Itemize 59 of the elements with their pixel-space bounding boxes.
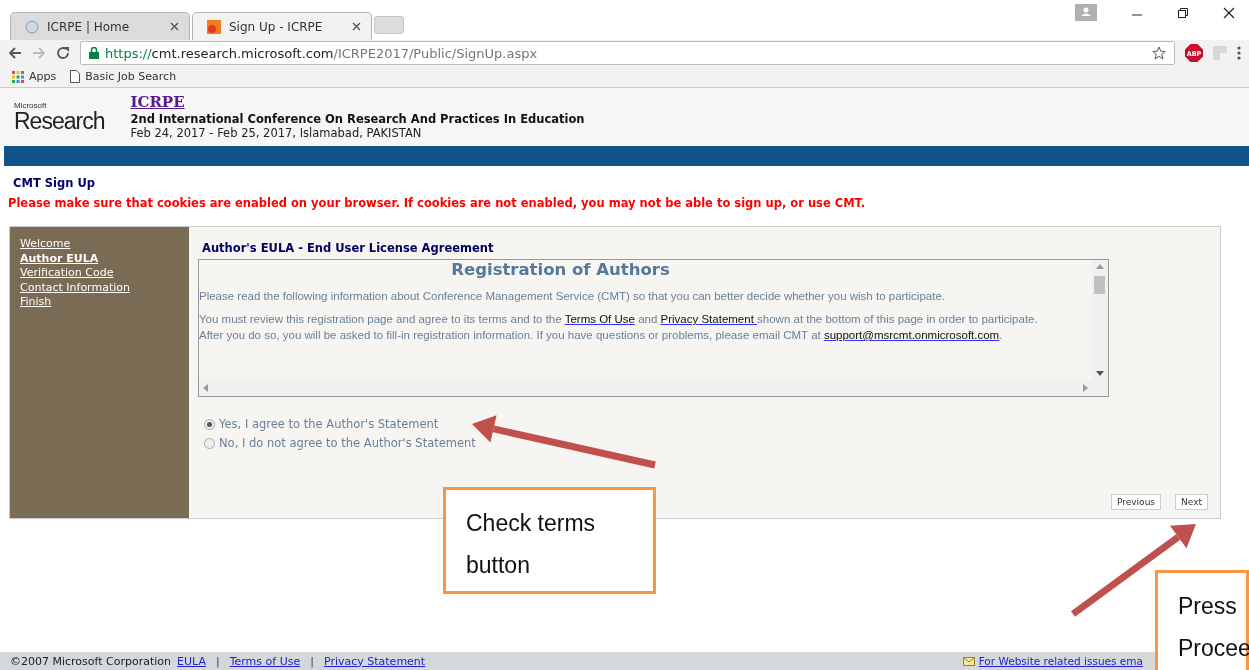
separator: | (215, 654, 220, 668)
horizontal-scrollbar[interactable] (199, 380, 1092, 396)
nav-button[interactable]: Next (1175, 494, 1208, 510)
restore-icon[interactable] (1177, 6, 1189, 19)
conference-name: 2nd International Conference On Research And Practices In Education (130, 112, 585, 127)
footer-link[interactable]: Terms of Use (229, 654, 301, 668)
logo: Microsoft Research (14, 101, 105, 133)
address-bar[interactable]: https://cmt.research.microsoft.com/ICRPE2017/Public/SignUp.aspx (80, 41, 1175, 65)
bookmark[interactable]: Basic Job Search (70, 70, 177, 83)
eula-paragraph-line: You must review this registration page and agree to its terms and to the Terms Of Use and Privacy Statement shown at the bottom of this page in order to participate. (199, 313, 1039, 325)
scroll-left-icon[interactable] (203, 384, 208, 392)
document-icon (70, 70, 81, 83)
sidebar-link[interactable]: Finish (20, 295, 179, 310)
separator: | (310, 654, 314, 668)
star-icon[interactable] (1152, 46, 1166, 60)
footer-link[interactable]: Privacy Statement (323, 654, 426, 668)
envelope-icon (962, 656, 975, 666)
menu-icon[interactable] (1237, 46, 1241, 60)
radio-option[interactable]: No, I do not agree to the Author's Statement (204, 436, 1208, 450)
radio-button[interactable] (204, 437, 215, 449)
sidebar-link[interactable]: Welcome (20, 237, 179, 252)
conference-link[interactable]: ICRPE (130, 93, 585, 112)
profile-icon[interactable] (1075, 4, 1097, 21)
sidebar-link[interactable]: Contact Information (20, 280, 179, 296)
eula-text-box[interactable] (198, 259, 1109, 397)
footer-link[interactable]: EULA (177, 654, 206, 668)
radio-button[interactable] (204, 418, 215, 430)
sidebar-link[interactable]: Author EULA (20, 251, 179, 267)
apps-grid-icon (12, 70, 24, 83)
lock-icon (89, 47, 99, 59)
copyright: ©2007 Microsoft Corporation (10, 654, 172, 668)
sidebar-link[interactable]: Verification Code (20, 266, 179, 281)
page-icon (207, 19, 221, 34)
vertical-scrollbar[interactable] (1092, 260, 1108, 396)
nav-button[interactable]: Previous (1111, 494, 1162, 510)
scroll-right-icon[interactable] (1083, 384, 1088, 392)
inline-link[interactable]: Terms Of Use (564, 313, 635, 325)
section-title: Author's EULA - End User License Agreement (201, 241, 495, 255)
forward-icon[interactable] (32, 46, 46, 60)
conference-dates: Feb 24, 2017 - Feb 25, 2017, Islamabad, PAKISTAN (130, 126, 423, 141)
eula-paragraph-line: Please read the following information about Conference Management Service (CMT) so that you can better decide whether you wish to participate. (199, 290, 946, 302)
eula-heading: Registration of Authors (450, 260, 671, 279)
browser-tab[interactable]: ICRPE | Home (10, 12, 190, 40)
inline-link[interactable]: Privacy Statement (660, 313, 758, 325)
scroll-up-icon[interactable] (1096, 264, 1104, 269)
close-icon[interactable] (1223, 6, 1235, 19)
back-icon[interactable] (8, 46, 22, 60)
cookie-warning: Please make sure that cookies are enabled on your browser. If cookies are not enabled, you may not be able to sign up, or use CMT. (8, 196, 867, 210)
annotation-callout: Check terms button (443, 487, 656, 594)
page-title: CMT Sign Up (12, 176, 96, 190)
browser-tab[interactable]: Sign Up - ICRPE (192, 12, 372, 40)
contact-link[interactable]: For Website related issues ema (978, 655, 1143, 667)
radio-option[interactable]: Yes, I agree to the Author's Statement (204, 417, 1208, 431)
close-icon[interactable] (352, 22, 361, 31)
scroll-thumb[interactable] (1094, 276, 1105, 294)
reload-icon[interactable] (56, 46, 70, 60)
eula-paragraph-line: After you do so, you will be asked to fill-in registration information. If you have questions or problems, please email CMT at support@msrcmt.onmicrosoft.com. (199, 329, 1004, 341)
scroll-down-icon[interactable] (1096, 371, 1104, 376)
bookmark[interactable]: Apps (12, 70, 57, 83)
